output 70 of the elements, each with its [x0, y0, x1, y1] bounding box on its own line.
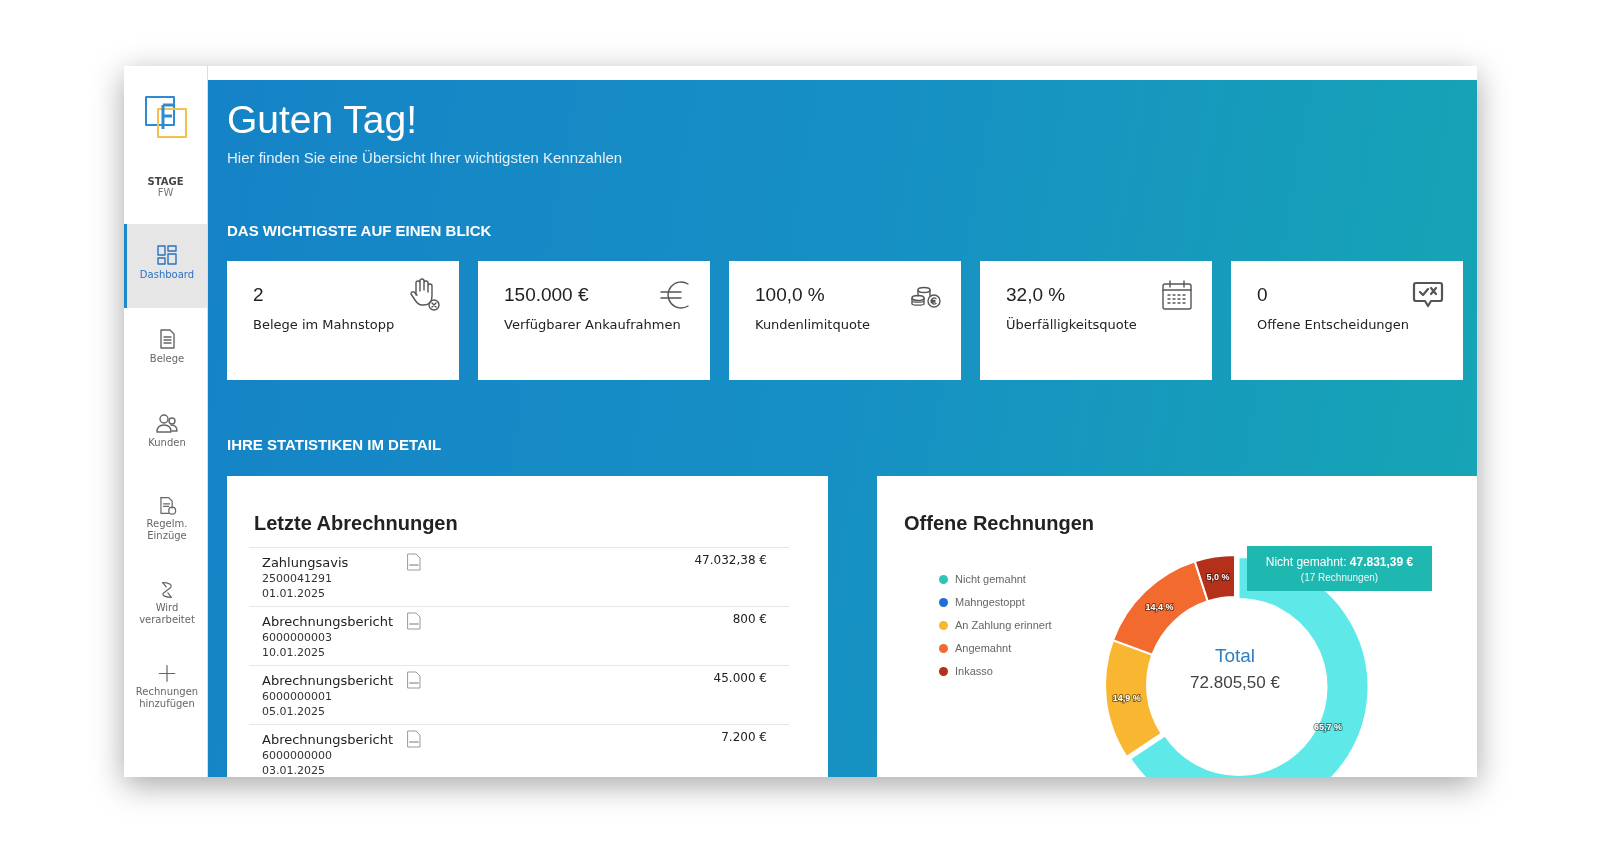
document-number: 6000000000 [262, 748, 333, 763]
data-label: 5,0 % [1206, 572, 1230, 583]
nav-item[interactable]: Kunden [124, 392, 207, 476]
environment-label: FW [156, 187, 175, 198]
nav-item[interactable]: Belege [124, 308, 207, 392]
pdf-file-icon [406, 553, 422, 571]
kpi-label: Kundenlimitquote [755, 317, 871, 332]
tooltip-subtitle: (17 Rechnungen) [1300, 572, 1379, 583]
dashboard-icon [156, 244, 178, 266]
nav-label: Dashboard [139, 269, 195, 281]
legend-label: An Zahlung erinnert [955, 619, 1052, 631]
section-heading: DAS WICHTIGSTE AUF EINEN BLICK [227, 222, 493, 239]
amount: 47.032,38 € [694, 553, 767, 569]
pdf-file-icon [406, 612, 422, 630]
pdf-file-icon [406, 671, 422, 689]
amount: 45.000 € [713, 671, 767, 687]
data-label: 14,9 % [1112, 692, 1141, 703]
plus-icon [156, 664, 178, 683]
legend-label: Angemahnt [955, 642, 1012, 654]
document-name: Abrechnungsbericht [262, 613, 394, 629]
kpi-label: Überfälligkeitsquote [1006, 317, 1138, 332]
kpi-value: 0 [1257, 284, 1268, 306]
nav-label: Regelm. Einzüge [145, 518, 189, 542]
kpi-label: Offene Entscheidungen [1257, 317, 1411, 332]
document-number: 6000000003 [262, 630, 333, 645]
document-date: 03.01.2025 [262, 763, 326, 777]
nav-item[interactable]: Dashboard [124, 224, 207, 308]
kpi-label: Verfügbarer Ankaufrahmen [504, 317, 682, 332]
panel-title: Letzte Abrechnungen [254, 512, 459, 535]
document-name: Zahlungsavis [262, 554, 349, 570]
amount: 800 € [732, 612, 767, 628]
nav-label: Belege [149, 353, 185, 365]
nav-label: Kunden [148, 437, 186, 449]
pdf-file-icon [406, 730, 422, 748]
legend-label: Nicht gemahnt [955, 573, 1026, 585]
kpi-value: 150.000 € [504, 284, 589, 306]
nav-label: Rechnungen hinzufügen [135, 686, 199, 710]
kpi-value: 32,0 % [1006, 284, 1066, 306]
total-value: 72.805,50 € [1190, 673, 1280, 693]
document-date: 10.01.2025 [262, 645, 326, 660]
users-icon [156, 412, 178, 434]
kpi-label: Belege im Mahnstopp [253, 317, 396, 332]
data-label: 14,4 % [1145, 601, 1174, 612]
legend-label: Mahngestoppt [955, 596, 1025, 608]
stage-label: STAGE [146, 176, 185, 187]
document-date: 01.01.2025 [262, 586, 326, 601]
amount: 7.200 € [721, 730, 767, 746]
kpi-value: 100,0 % [755, 284, 825, 306]
logo-icon [142, 94, 189, 140]
kpi-value: 2 [253, 284, 264, 306]
panel-title: Offene Rechnungen [904, 512, 1095, 535]
page-subtitle: Hier finden Sie eine Übersicht Ihrer wichtigsten Kennzahlen [227, 149, 624, 166]
hand-stop-icon [407, 278, 441, 312]
document-number: 6000000001 [262, 689, 333, 704]
nav-item[interactable]: Regelm. Einzüge [124, 476, 207, 560]
donut-slice[interactable] [1193, 554, 1236, 603]
document-name: Abrechnungsbericht [262, 672, 394, 688]
nav-item[interactable]: Wird verarbeitet [124, 560, 207, 644]
total-label: Total [1214, 645, 1256, 667]
document-number: 2500041291 [262, 571, 333, 586]
nav-label: Wird verarbeitet [138, 602, 196, 626]
document-date: 05.01.2025 [262, 704, 326, 719]
calendar-icon [1160, 278, 1194, 312]
legend-label: Inkasso [955, 665, 993, 677]
donut-slice[interactable] [1111, 560, 1209, 656]
section-heading: IHRE STATISTIKEN IM DETAIL [227, 436, 443, 453]
page-title: Guten Tag! [227, 97, 419, 143]
nav-item[interactable]: Rechnungen hinzufügen [124, 644, 207, 728]
document-name: Abrechnungsbericht [262, 731, 394, 747]
tooltip-title: Nicht gemahnt: 47.831,39 € [1265, 555, 1414, 569]
